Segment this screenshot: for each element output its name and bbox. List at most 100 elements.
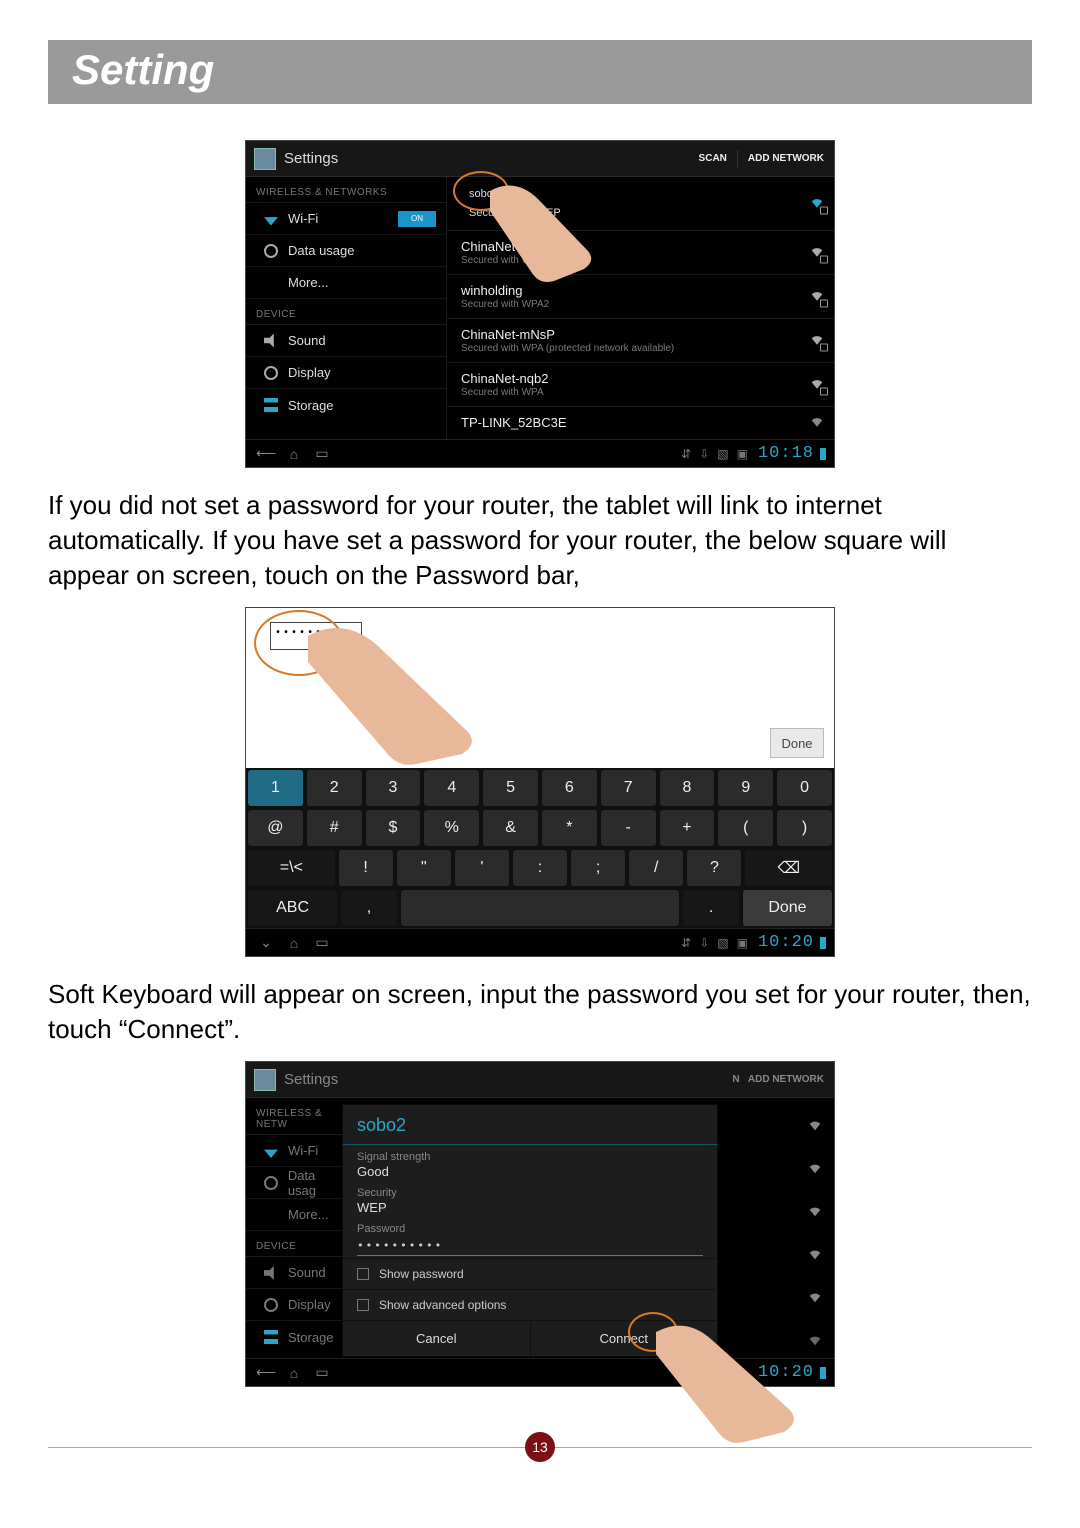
key-at[interactable]: @ xyxy=(248,810,303,846)
menu-storage[interactable]: Storage xyxy=(246,389,446,421)
wifi-network-item[interactable]: TP-LINK_52BC3E xyxy=(447,407,834,439)
key-slash[interactable]: / xyxy=(629,850,683,886)
menu-wifi[interactable]: Wi-Fi ON xyxy=(246,203,446,235)
menu-more[interactable]: More... xyxy=(246,267,446,299)
key-1[interactable]: 1 xyxy=(248,770,303,806)
battery-icon xyxy=(820,1367,826,1379)
screenshot-keyboard: •••••••• Done 1 2 3 4 5 6 7 8 9 0 @ # $ … xyxy=(245,607,835,957)
status-clock: 10:20 xyxy=(758,1363,814,1382)
key-lparen[interactable]: ( xyxy=(718,810,773,846)
key-dquote[interactable]: " xyxy=(397,850,451,886)
storage-icon xyxy=(264,398,278,412)
key-8[interactable]: 8 xyxy=(660,770,715,806)
wifi-signal-lock-icon xyxy=(810,195,824,212)
checkbox-icon[interactable] xyxy=(357,1268,369,1280)
key-2[interactable]: 2 xyxy=(307,770,362,806)
wifi-sub: Secured with W xyxy=(461,255,794,266)
nav-bar: ⌄ ⌂ ▭ ⇵ ⇩ ▧ ▣ 10:20 xyxy=(246,928,834,956)
key-colon[interactable]: : xyxy=(513,850,567,886)
key-amp[interactable]: & xyxy=(483,810,538,846)
key-7[interactable]: 7 xyxy=(601,770,656,806)
wifi-name: ChinaNet-nqb2 xyxy=(461,371,794,387)
key-rparen[interactable]: ) xyxy=(777,810,832,846)
key-9[interactable]: 9 xyxy=(718,770,773,806)
checkbox-icon[interactable] xyxy=(357,1299,369,1311)
back-icon[interactable]: ⟵ xyxy=(254,445,278,462)
key-3[interactable]: 3 xyxy=(366,770,421,806)
key-semi[interactable]: ; xyxy=(571,850,625,886)
done-button[interactable]: Done xyxy=(770,728,824,758)
display-icon xyxy=(264,366,278,380)
key-shift-sym[interactable]: =\< xyxy=(248,850,335,886)
key-4[interactable]: 4 xyxy=(424,770,479,806)
key-0[interactable]: 0 xyxy=(777,770,832,806)
settings-title: Settings xyxy=(284,150,338,167)
key-dollar[interactable]: $ xyxy=(366,810,421,846)
menu-display-label: Display xyxy=(288,365,331,380)
menu-display-label: Display xyxy=(288,1297,331,1312)
wifi-signal-icon xyxy=(808,1333,822,1350)
key-backspace[interactable]: ⌫ xyxy=(745,850,832,886)
key-qmark[interactable]: ? xyxy=(687,850,741,886)
settings-titlebar: Settings SCAN ADD NETWORK xyxy=(246,141,834,177)
download-icon: ⇩ xyxy=(699,447,709,461)
wifi-network-item[interactable]: ChinaNet Secured with W xyxy=(447,231,834,275)
recent-icon[interactable]: ▭ xyxy=(310,1364,334,1381)
usb-icon: ⇵ xyxy=(681,447,691,461)
signal-label: Signal strength xyxy=(357,1151,703,1163)
key-minus[interactable]: - xyxy=(601,810,656,846)
wifi-signal-lock-icon xyxy=(810,332,824,349)
cancel-button[interactable]: Cancel xyxy=(343,1321,530,1356)
menu-sound: Sound xyxy=(246,1257,356,1289)
menu-data-usage: Data usag xyxy=(246,1167,356,1199)
wifi-network-item[interactable]: winholding Secured with WPA2 xyxy=(447,275,834,319)
wifi-network-item[interactable]: ChinaNet-mNsP Secured with WPA (protecte… xyxy=(447,319,834,363)
wifi-signal-icon xyxy=(808,1118,822,1135)
key-5[interactable]: 5 xyxy=(483,770,538,806)
menu-display[interactable]: Display xyxy=(246,357,446,389)
key-plus[interactable]: + xyxy=(660,810,715,846)
scan-action[interactable]: SCAN xyxy=(689,153,737,164)
key-space[interactable] xyxy=(401,890,679,926)
page-number-badge: 13 xyxy=(525,1432,555,1462)
key-done[interactable]: Done xyxy=(743,890,832,926)
image-icon: ▣ xyxy=(737,936,748,950)
password-field[interactable]: •••••••••• xyxy=(357,1239,703,1256)
back-icon[interactable]: ⟵ xyxy=(254,1364,278,1381)
key-comma[interactable]: , xyxy=(341,890,397,926)
wifi-network-list: sobo2 Secured with WEP ChinaNet Secured … xyxy=(446,177,834,439)
wifi-network-item[interactable]: ChinaNet-nqb2 Secured with WPA xyxy=(447,363,834,407)
keyboard-hide-icon[interactable]: ⌄ xyxy=(254,934,278,951)
menu-storage-label: Storage xyxy=(288,398,334,413)
wifi-name: ChinaNet xyxy=(461,239,794,255)
recent-icon[interactable]: ▭ xyxy=(310,445,334,462)
menu-data-usage-label: Data usag xyxy=(288,1168,346,1198)
connect-button[interactable]: Connect xyxy=(530,1321,718,1356)
settings-title: Settings xyxy=(284,1071,338,1088)
wifi-signal-icon xyxy=(810,415,824,432)
key-bang[interactable]: ! xyxy=(339,850,393,886)
menu-storage-label: Storage xyxy=(288,1330,334,1345)
key-percent[interactable]: % xyxy=(424,810,479,846)
sd-icon: ▧ xyxy=(717,447,728,461)
home-icon[interactable]: ⌂ xyxy=(282,1365,306,1381)
wifi-toggle[interactable]: ON xyxy=(398,211,436,227)
home-icon[interactable]: ⌂ xyxy=(282,935,306,951)
add-network-action[interactable]: N ADD NETWORK xyxy=(722,1074,834,1085)
recent-icon[interactable]: ▭ xyxy=(310,934,334,951)
add-network-action[interactable]: ADD NETWORK xyxy=(738,153,834,164)
settings-left-panel: WIRELESS & NETWORKS Wi-Fi ON Data usage … xyxy=(246,177,446,439)
key-abc[interactable]: ABC xyxy=(248,890,337,926)
menu-data-usage[interactable]: Data usage xyxy=(246,235,446,267)
home-icon[interactable]: ⌂ xyxy=(282,446,306,462)
key-6[interactable]: 6 xyxy=(542,770,597,806)
display-icon xyxy=(264,1298,278,1312)
key-squote[interactable]: ' xyxy=(455,850,509,886)
menu-sound[interactable]: Sound xyxy=(246,325,446,357)
key-hash[interactable]: # xyxy=(307,810,362,846)
wifi-sub: Secured with WPA xyxy=(461,387,794,398)
show-password-row[interactable]: Show password xyxy=(343,1258,717,1289)
key-period[interactable]: . xyxy=(683,890,739,926)
key-star[interactable]: * xyxy=(542,810,597,846)
wifi-signal-lock-icon xyxy=(810,244,824,261)
